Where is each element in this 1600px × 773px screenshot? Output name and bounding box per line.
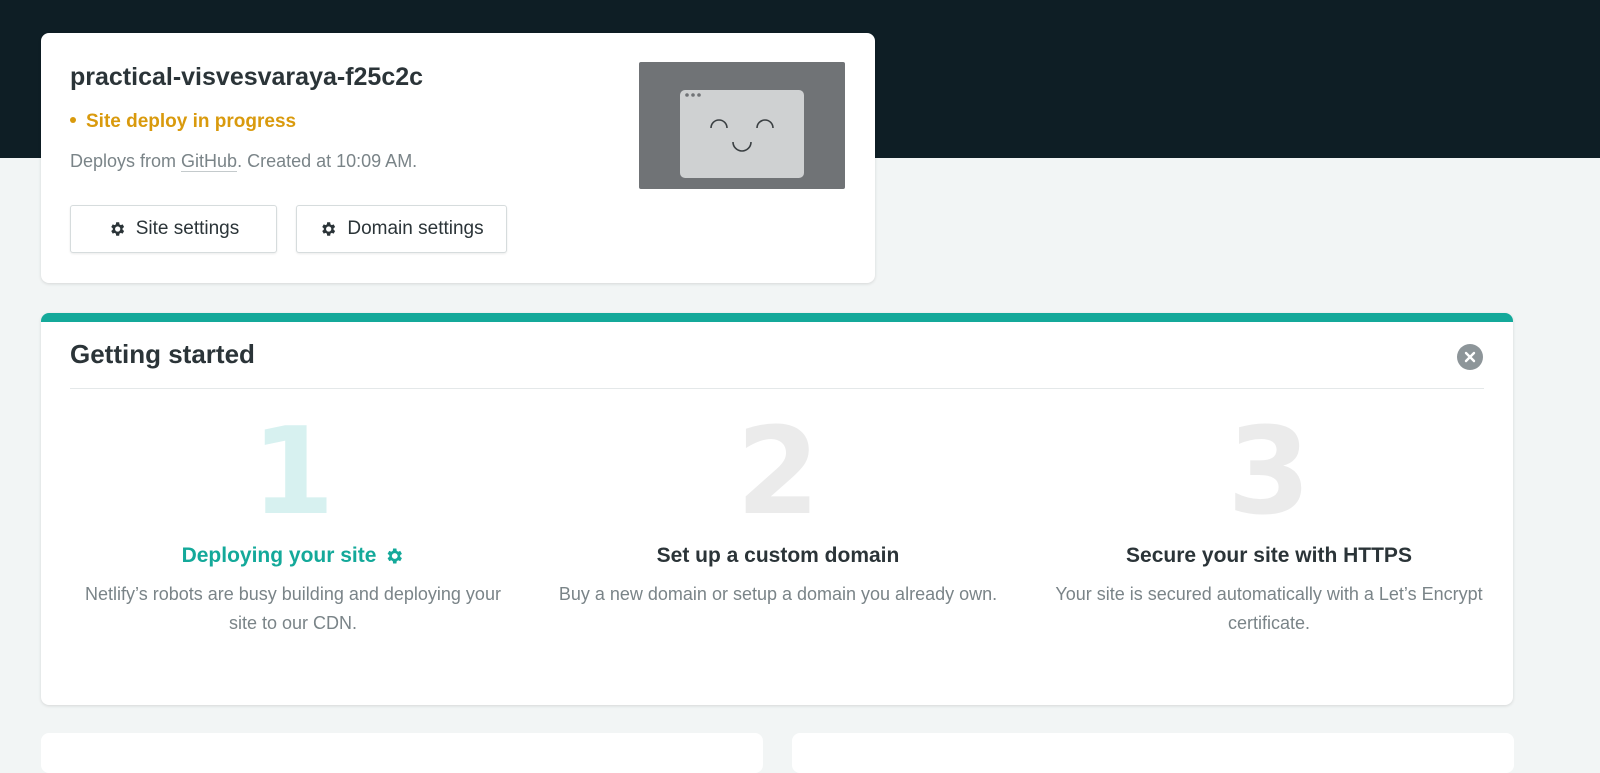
step-title-text: Secure your site with HTTPS	[1126, 544, 1412, 567]
step-description: Netlify’s robots are busy building and d…	[85, 584, 501, 633]
site-preview-thumbnail[interactable]	[639, 62, 845, 189]
next-card-left	[41, 733, 763, 773]
step-custom-domain: 2 Set up a custom domain Buy a new domai…	[555, 413, 1001, 609]
github-link[interactable]: GitHub	[181, 151, 238, 172]
close-icon[interactable]	[1457, 344, 1483, 370]
next-card-right	[792, 733, 1514, 773]
deploy-status-text: Site deploy in progress	[86, 111, 297, 132]
site-overview-card: practical-visvesvaraya-f25c2c Site deplo…	[41, 33, 875, 283]
site-settings-button[interactable]: Site settings	[70, 205, 277, 253]
step-title-text: Set up a custom domain	[656, 544, 900, 567]
gear-icon	[319, 220, 337, 238]
domain-settings-label: Domain settings	[347, 218, 484, 239]
step-deploy: 1 Deploying your site Netlify’s robots a…	[70, 413, 516, 638]
step-description: Your site is secured automatically with …	[1055, 584, 1483, 633]
step-number: 3	[1227, 403, 1311, 542]
step-description: Buy a new domain or setup a domain you a…	[558, 584, 998, 604]
site-settings-label: Site settings	[135, 218, 240, 239]
smiling-browser-window-icon	[680, 90, 804, 178]
step-https: 3 Secure your site with HTTPS Your site …	[1046, 413, 1492, 638]
deploy-meta-suffix: . Created at 10:09 AM.	[237, 151, 418, 171]
deploy-status: Site deploy in progress	[70, 111, 296, 133]
divider	[70, 388, 1484, 389]
domain-settings-button[interactable]: Domain settings	[296, 205, 507, 253]
gear-icon	[108, 220, 126, 238]
step-number: 2	[736, 403, 820, 542]
deploy-meta-prefix: Deploys from	[70, 151, 182, 171]
getting-started-card: Getting started 1 Deploying your site Ne…	[41, 313, 1513, 705]
step-title-text: Deploying your site	[181, 544, 377, 567]
deploy-meta: Deploys from GitHub. Created at 10:09 AM…	[70, 151, 417, 172]
step-title[interactable]: Set up a custom domain	[555, 544, 1001, 568]
spinning-gear-icon	[384, 546, 404, 566]
step-number: 1	[251, 403, 335, 542]
step-title: Deploying your site	[70, 544, 516, 568]
step-title[interactable]: Secure your site with HTTPS	[1046, 544, 1492, 568]
accent-bar	[41, 313, 1513, 322]
site-name: practical-visvesvaraya-f25c2c	[70, 63, 424, 91]
status-dot-icon	[70, 116, 76, 123]
getting-started-title: Getting started	[70, 339, 255, 369]
